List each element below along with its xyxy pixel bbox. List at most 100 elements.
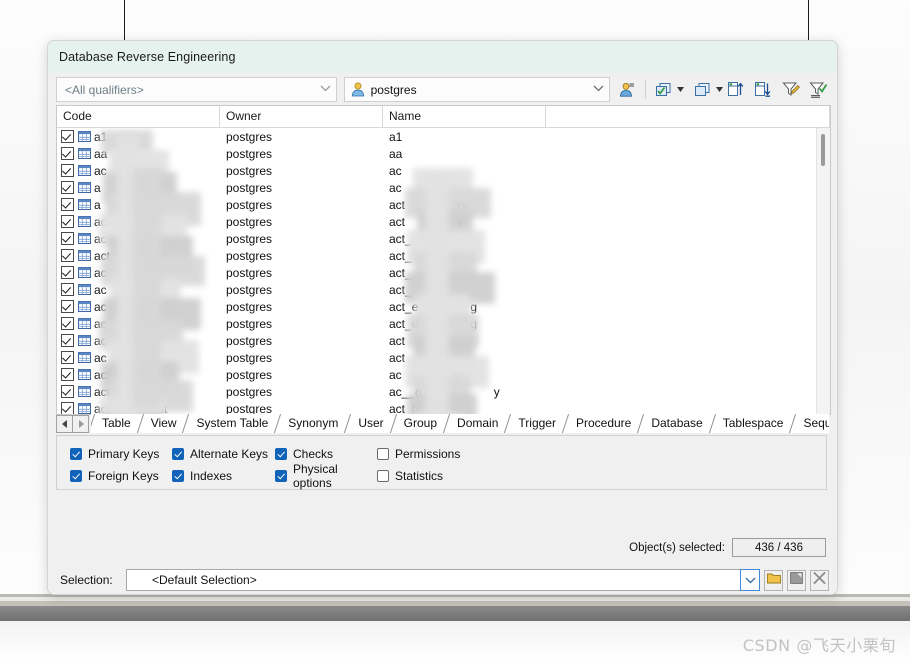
deselect-all-button[interactable] — [692, 79, 714, 101]
checkbox[interactable] — [70, 448, 82, 460]
table-row[interactable]: ac y postgres act — [57, 349, 830, 366]
table-row[interactable]: ac g postgres act_e g — [57, 315, 830, 332]
user-combobox[interactable]: postgres — [343, 77, 610, 102]
option-label: Foreign Keys — [88, 469, 159, 483]
checkbox[interactable] — [275, 448, 287, 460]
table-row[interactable]: a postgres ac — [57, 179, 830, 196]
table-row[interactable]: ac y postgres act y — [57, 332, 830, 349]
option-permissions[interactable]: Permissions — [377, 447, 460, 461]
checkbox[interactable] — [172, 448, 184, 460]
option-checks[interactable]: Checks — [275, 447, 377, 461]
option-label: Indexes — [190, 469, 233, 483]
table-row[interactable]: ac ig postgres act_e g — [57, 298, 830, 315]
row-checkbox[interactable] — [61, 283, 74, 296]
option-indexes[interactable]: Indexes — [172, 469, 275, 483]
row-checkbox[interactable] — [61, 317, 74, 330]
row-name-cell: ac — [383, 181, 546, 195]
table-row[interactable]: act postgres ac y — [57, 366, 830, 383]
option-physical-options[interactable]: Physical options — [275, 462, 377, 490]
row-checkbox[interactable] — [61, 198, 74, 211]
table-row[interactable]: ac postgres act y — [57, 213, 830, 230]
row-checkbox[interactable] — [61, 232, 74, 245]
row-code-label: a — [94, 197, 101, 212]
row-checkbox[interactable] — [61, 147, 74, 160]
table-row[interactable]: act m postgres act_ — [57, 247, 830, 264]
column-header-code[interactable]: Code — [57, 106, 220, 127]
row-checkbox[interactable] — [61, 300, 74, 313]
row-checkbox[interactable] — [61, 385, 74, 398]
user-value: postgres — [370, 82, 417, 97]
tab-trigger[interactable]: Trigger — [507, 414, 565, 433]
row-checkbox[interactable] — [61, 164, 74, 177]
row-code-suffix: g — [152, 316, 160, 331]
row-checkbox[interactable] — [61, 215, 74, 228]
checkbox[interactable] — [377, 470, 389, 482]
row-code-label: aa — [94, 146, 108, 161]
option-foreign-keys[interactable]: Foreign Keys — [70, 469, 172, 483]
row-checkbox[interactable] — [61, 181, 74, 194]
sort-descending-button[interactable] — [752, 79, 774, 101]
tab-label: Synonym — [288, 416, 339, 430]
open-selection-button[interactable] — [764, 569, 783, 591]
option-primary-keys[interactable]: Primary Keys — [70, 447, 172, 461]
checkbox[interactable] — [377, 448, 389, 460]
column-header-extra — [546, 106, 830, 127]
option-alternate-keys[interactable]: Alternate Keys — [172, 447, 275, 461]
table-row[interactable]: act postgres ac__g__p y — [57, 383, 830, 400]
select-all-dropdown-arrow[interactable] — [675, 79, 686, 101]
tab-tablespace[interactable]: Tablespace — [711, 414, 793, 433]
table-row[interactable]: ac rm postgres act_ — [57, 230, 830, 247]
checkbox[interactable] — [70, 470, 82, 482]
tab-database[interactable]: Database — [640, 414, 712, 433]
selection-input[interactable]: <Default Selection> — [126, 569, 741, 591]
table-row[interactable]: aa postgres aa — [57, 145, 830, 162]
row-checkbox[interactable] — [61, 130, 74, 143]
row-name-cell: act y — [383, 334, 546, 348]
select-all-button[interactable] — [653, 79, 675, 101]
column-header-name[interactable]: Name — [383, 106, 546, 127]
tab-synonym[interactable]: Synonym — [277, 414, 348, 433]
tab-scroll-right-button[interactable] — [72, 415, 89, 433]
row-checkbox[interactable] — [61, 266, 74, 279]
checkbox[interactable] — [172, 470, 184, 482]
scrollbar-thumb[interactable] — [821, 134, 825, 166]
column-header-owner[interactable]: Owner — [220, 106, 383, 127]
tab-user[interactable]: User — [347, 414, 393, 433]
tab-system-table[interactable]: System Table — [185, 414, 278, 433]
list-vertical-scrollbar[interactable] — [816, 128, 830, 414]
option-statistics[interactable]: Statistics — [377, 469, 443, 483]
selection-dropdown-button[interactable] — [740, 569, 760, 591]
table-row[interactable]: ac postgres act_ — [57, 281, 830, 298]
toolbar-user-button[interactable] — [617, 79, 639, 101]
deselect-all-dropdown-arrow[interactable] — [714, 79, 725, 101]
checkbox[interactable] — [275, 470, 287, 482]
row-checkbox[interactable] — [61, 334, 74, 347]
table-row[interactable]: act_bi_actinst postgres act_bi_actinst — [57, 400, 830, 414]
table-row[interactable]: a1 postgres a1 — [57, 128, 830, 145]
tab-group[interactable]: Group — [392, 414, 447, 433]
table-row[interactable]: ac g postgres act_ — [57, 264, 830, 281]
row-code-label: ac — [94, 163, 107, 178]
row-name-label: ac — [389, 367, 402, 382]
row-checkbox[interactable] — [61, 351, 74, 364]
filter-apply-button[interactable] — [807, 79, 829, 101]
row-checkbox[interactable] — [61, 249, 74, 262]
qualifier-combobox[interactable]: <All qualifiers> — [56, 77, 337, 102]
sort-ascending-button[interactable] — [725, 79, 747, 101]
filter-edit-button[interactable] — [781, 79, 803, 101]
row-code-suffix: ig — [152, 299, 163, 314]
table-row[interactable]: a ry postgres act ry — [57, 196, 830, 213]
save-selection-button[interactable] — [787, 569, 806, 591]
tab-sequence[interactable]: Sequence — [792, 414, 829, 433]
table-row[interactable]: ac postgres ac — [57, 162, 830, 179]
tab-domain[interactable]: Domain — [446, 414, 508, 433]
tab-procedure[interactable]: Procedure — [564, 414, 641, 433]
tab-scroll-left-button[interactable] — [56, 415, 73, 433]
row-checkbox[interactable] — [61, 368, 74, 381]
list-body[interactable]: a1 postgres a1 aa postgres aa ac postgres ac a pos… — [57, 128, 830, 414]
tab-view[interactable]: View — [139, 414, 186, 433]
tab-label: View — [150, 416, 177, 430]
tab-label: User — [358, 416, 384, 430]
tab-table[interactable]: Table — [91, 414, 140, 433]
delete-selection-button[interactable] — [810, 569, 829, 591]
